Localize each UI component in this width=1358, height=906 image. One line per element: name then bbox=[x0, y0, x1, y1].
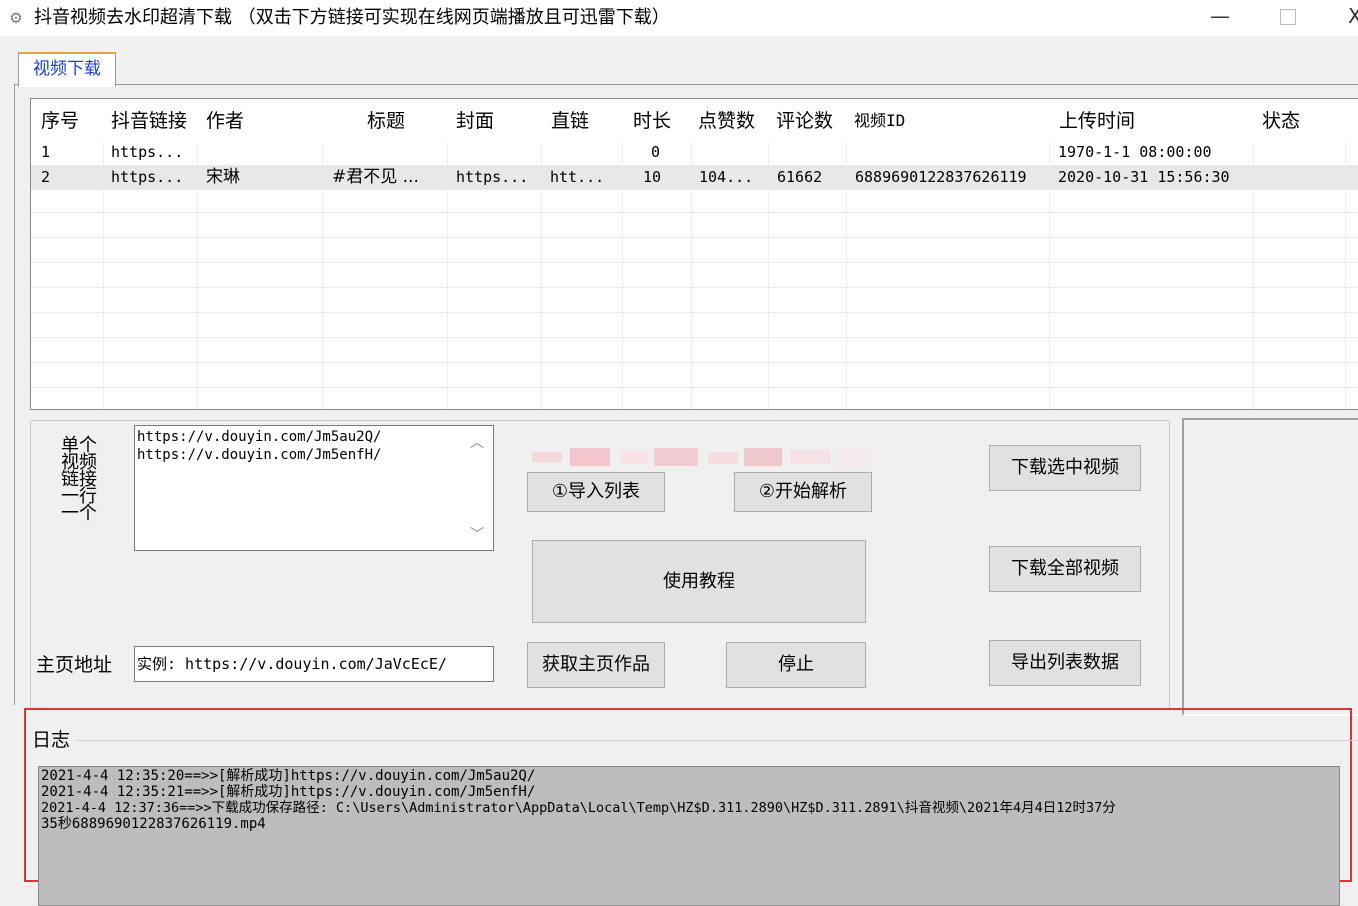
scroll-down-icon[interactable]: ﹀ bbox=[468, 524, 486, 543]
cell-video-id: 6889690122837626119 bbox=[855, 168, 1027, 186]
fetch-homepage-button[interactable]: 获取主页作品 bbox=[527, 642, 665, 688]
cell-index: 2 bbox=[41, 168, 51, 186]
url-textarea[interactable]: https://v.douyin.com/Jm5au2Q/ https://v.… bbox=[134, 425, 494, 551]
log-line: 2021-4-4 12:35:21==>>[解析成功]https://v.dou… bbox=[41, 784, 536, 800]
preview-panel bbox=[1182, 418, 1358, 716]
column-header-direct-link[interactable]: 直链 bbox=[551, 99, 621, 143]
log-line: 35秒6889690122837626119.mp4 bbox=[41, 816, 266, 832]
column-header-index[interactable]: 序号 bbox=[41, 99, 101, 143]
download-all-button[interactable]: 下载全部视频 bbox=[989, 546, 1141, 592]
single-video-label: 链接 bbox=[61, 469, 97, 490]
cell-comments: 61662 bbox=[777, 168, 823, 186]
cell-likes: 104... bbox=[699, 168, 754, 186]
log-line: 2021-4-4 12:35:20==>>[解析成功]https://v.dou… bbox=[41, 768, 536, 784]
cell-upload-time: 1970-1-1 08:00:00 bbox=[1058, 143, 1212, 161]
download-selected-button[interactable]: 下载选中视频 bbox=[989, 445, 1141, 491]
gear-icon: ⚙ bbox=[9, 9, 23, 27]
homepage-input[interactable]: 实例: https://v.douyin.com/JaVcEcE/ bbox=[134, 646, 494, 682]
minimize-button[interactable]: — bbox=[1206, 4, 1234, 30]
cell-index: 1 bbox=[41, 143, 51, 161]
column-header-author[interactable]: 作者 bbox=[206, 99, 316, 143]
window-title: 抖音视频去水印超清下载 （双击下方链接可实现在线网页端播放且可迅雷下载） bbox=[34, 7, 670, 28]
cell-duration: 10 bbox=[643, 168, 662, 186]
single-video-label: 单个 bbox=[61, 435, 97, 456]
column-header-comments[interactable]: 评论数 bbox=[776, 99, 846, 143]
column-header-status[interactable]: 状态 bbox=[1262, 99, 1342, 143]
cell-duration: 0 bbox=[651, 143, 661, 161]
cell-author: 宋琳 bbox=[206, 167, 240, 187]
single-video-label: 视频 bbox=[61, 452, 97, 473]
right-edge-fragment bbox=[1346, 770, 1358, 904]
import-list-button[interactable]: ①导入列表 bbox=[527, 472, 665, 512]
cell-link: https... bbox=[111, 143, 184, 161]
single-video-label: 一行 bbox=[61, 486, 97, 507]
column-header-title[interactable]: 标题 bbox=[367, 99, 447, 143]
log-line: 2021-4-4 12:37:36==>>下载成功保存路径: C:\Users\… bbox=[41, 800, 1116, 816]
log-divider bbox=[76, 740, 1358, 741]
homepage-label: 主页地址 bbox=[36, 654, 113, 676]
single-video-label: 一个 bbox=[61, 503, 97, 524]
column-header-duration[interactable]: 时长 bbox=[633, 99, 693, 143]
cell-cover: https... bbox=[456, 168, 529, 186]
start-parse-button[interactable]: ②开始解析 bbox=[734, 472, 872, 512]
close-button[interactable]: X bbox=[1348, 4, 1358, 30]
column-header-cover[interactable]: 封面 bbox=[456, 99, 536, 143]
column-header-link[interactable]: 抖音链接 bbox=[111, 99, 197, 143]
url-line: https://v.douyin.com/Jm5enfH/ bbox=[137, 447, 382, 463]
tab-video-download[interactable]: 视频下载 bbox=[18, 52, 116, 87]
cell-direct-link: htt... bbox=[550, 168, 605, 186]
cell-link: https... bbox=[111, 168, 184, 186]
column-header-likes[interactable]: 点赞数 bbox=[698, 99, 768, 143]
log-label: 日志 bbox=[32, 729, 71, 751]
export-list-button[interactable]: 导出列表数据 bbox=[989, 640, 1141, 686]
scroll-up-icon[interactable]: ︿ bbox=[468, 432, 486, 451]
table-row[interactable]: 1 https... 0 1970-1-1 08:00:00 bbox=[31, 140, 1358, 165]
tutorial-button[interactable]: 使用教程 bbox=[532, 540, 866, 623]
cell-upload-time: 2020-10-31 15:56:30 bbox=[1058, 168, 1230, 186]
table-row[interactable]: 2 https... 宋琳 #君不见 ... https... htt... 1… bbox=[31, 165, 1358, 190]
blurred-text bbox=[532, 448, 868, 466]
stop-button[interactable]: 停止 bbox=[726, 642, 866, 688]
cell-title: #君不见 ... bbox=[332, 167, 419, 187]
maximize-button[interactable] bbox=[1280, 9, 1296, 25]
log-textbox[interactable]: 2021-4-4 12:35:20==>>[解析成功]https://v.dou… bbox=[38, 766, 1340, 906]
column-header-video-id[interactable]: 视频ID bbox=[854, 99, 1044, 143]
url-line: https://v.douyin.com/Jm5au2Q/ bbox=[137, 429, 382, 445]
video-table[interactable]: 序号 抖音链接 作者 标题 封面 直链 时长 点赞数 评论数 视频ID 上传时间… bbox=[30, 98, 1358, 410]
column-header-upload-time[interactable]: 上传时间 bbox=[1059, 99, 1239, 143]
